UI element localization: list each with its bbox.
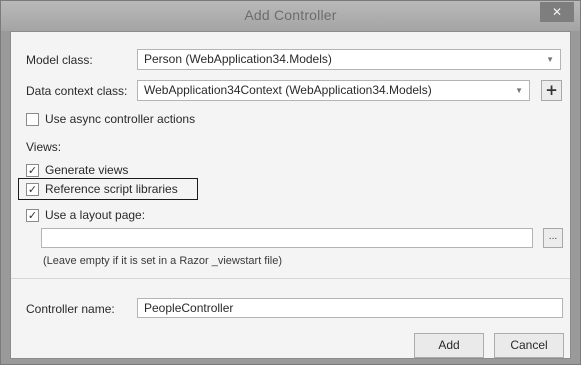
cancel-button[interactable]: Cancel [494,333,564,358]
generate-views-label: Generate views [45,163,129,177]
browse-layout-button[interactable]: ... [543,228,563,248]
controller-name-label: Controller name: [26,302,115,316]
chevron-down-icon: ▼ [515,86,523,95]
add-data-context-button[interactable]: + [541,80,562,101]
layout-page-label: Use a layout page: [45,208,146,222]
model-class-label: Model class: [26,53,93,67]
title-bar[interactable]: Add Controller ✕ [1,1,580,31]
generate-views-option[interactable]: ✓ Generate views [26,163,176,179]
layout-page-hint: (Leave empty if it is set in a Razor _vi… [43,255,283,267]
checkmark-icon: ✓ [27,183,38,196]
layout-page-checkbox[interactable]: ✓ [26,209,39,222]
close-icon: ✕ [551,5,563,19]
data-context-label: Data context class: [26,84,128,98]
async-actions-checkbox[interactable] [26,113,39,126]
chevron-down-icon: ▼ [546,55,554,64]
async-actions-label: Use async controller actions [45,112,196,126]
add-controller-dialog: Add Controller ✕ Model class: Person (We… [0,0,581,365]
checkmark-icon: ✓ [27,209,38,222]
reference-scripts-label: Reference script libraries [45,182,178,196]
layout-page-input[interactable] [41,228,533,248]
layout-page-option[interactable]: ✓ Use a layout page: [26,208,176,224]
close-button[interactable]: ✕ [540,2,574,22]
ellipsis-icon: ... [548,232,558,242]
views-section-label: Views: [26,140,62,154]
checkmark-icon: ✓ [27,164,38,177]
reference-scripts-option[interactable]: ✓ Reference script libraries [26,182,196,198]
add-button[interactable]: Add [414,333,484,358]
generate-views-checkbox[interactable]: ✓ [26,164,39,177]
dialog-title: Add Controller [244,7,337,23]
model-class-dropdown[interactable]: Person (WebApplication34.Models) ▼ [137,49,561,70]
plus-icon: + [545,81,558,99]
model-class-value: Person (WebApplication34.Models) [144,52,332,66]
dialog-body: Model class: Person (WebApplication34.Mo… [10,31,571,359]
data-context-value: WebApplication34Context (WebApplication3… [144,83,432,97]
separator [11,278,570,279]
data-context-dropdown[interactable]: WebApplication34Context (WebApplication3… [137,80,530,101]
reference-scripts-checkbox[interactable]: ✓ [26,183,39,196]
controller-name-input[interactable]: PeopleController [137,298,563,318]
async-actions-option[interactable]: Use async controller actions [26,112,226,128]
